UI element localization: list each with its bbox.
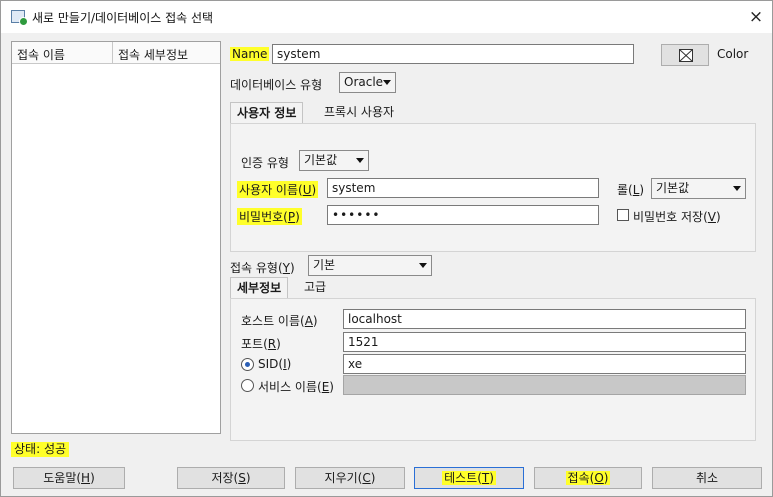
color-picker-button[interactable] — [661, 44, 709, 66]
chevron-down-icon — [733, 186, 741, 191]
port-input[interactable]: 1521 — [343, 332, 746, 352]
connection-name-input[interactable]: system — [272, 44, 634, 64]
service-name-input — [343, 375, 746, 395]
connection-list[interactable]: 접속 이름 접속 세부정보 — [11, 41, 221, 434]
database-connection-icon — [11, 10, 28, 26]
connection-dialog: 새로 만들기/데이터베이스 접속 선택 × 접속 이름 접속 세부정보 Name… — [0, 0, 773, 497]
password-input[interactable]: •••••• — [327, 205, 599, 225]
role-value: 기본값 — [656, 181, 690, 195]
sid-input[interactable]: xe — [343, 354, 746, 374]
test-button[interactable]: 테스트(T) — [414, 467, 524, 489]
tab-details[interactable]: 세부정보 — [230, 277, 289, 299]
connection-type-select[interactable]: 기본 — [308, 255, 432, 276]
database-type-select[interactable]: Oracle — [339, 72, 396, 93]
database-type-value: Oracle — [344, 75, 384, 89]
column-header-connection-details[interactable]: 접속 세부정보 — [118, 46, 188, 63]
name-label: Name — [230, 47, 270, 61]
connection-type-label: 접속 유형(Y) — [230, 261, 295, 275]
save-button[interactable]: 저장(S) — [177, 467, 285, 489]
connect-button[interactable]: 접속(O) — [534, 467, 642, 489]
port-label: 포트(R) — [241, 337, 281, 351]
auth-type-select[interactable]: 기본값 — [299, 150, 369, 171]
service-name-radio[interactable] — [241, 379, 254, 392]
chevron-down-icon — [383, 80, 391, 85]
auth-type-label: 인증 유형 — [241, 156, 289, 170]
title-bar: 새로 만들기/데이터베이스 접속 선택 × — [1, 1, 772, 33]
username-input[interactable]: system — [327, 178, 599, 198]
color-swatch-icon — [679, 49, 693, 62]
cancel-button[interactable]: 취소 — [652, 467, 762, 489]
role-label: 롤(L) — [617, 183, 645, 197]
color-label: Color — [717, 47, 749, 61]
database-type-label: 데이터베이스 유형 — [230, 78, 323, 92]
sid-radio[interactable] — [241, 358, 254, 371]
clear-button[interactable]: 지우기(C) — [295, 467, 405, 489]
tab-user-info[interactable]: 사용자 정보 — [230, 102, 304, 124]
status-text: 상태: 성공 — [11, 442, 70, 457]
tab-proxy-user[interactable]: 프록시 사용자 — [318, 102, 400, 124]
role-select[interactable]: 기본값 — [651, 178, 746, 199]
password-label: 비밀번호(P) — [237, 208, 302, 225]
connection-type-value: 기본 — [313, 258, 336, 272]
save-password-label: 비밀번호 저장(V) — [633, 210, 721, 224]
chevron-down-icon — [419, 263, 427, 268]
auth-type-value: 기본값 — [304, 153, 338, 167]
tab-advanced[interactable]: 고급 — [298, 277, 332, 299]
hostname-input[interactable]: localhost — [343, 309, 746, 329]
window-title: 새로 만들기/데이터베이스 접속 선택 — [32, 11, 214, 25]
save-password-checkbox[interactable] — [617, 209, 629, 221]
help-button[interactable]: 도움말(H) — [13, 467, 125, 489]
chevron-down-icon — [356, 158, 364, 163]
sid-label: SID(I) — [258, 357, 292, 371]
service-name-label: 서비스 이름(E) — [258, 380, 334, 394]
connection-list-header: 접속 이름 접속 세부정보 — [12, 42, 220, 64]
close-button[interactable]: × — [745, 6, 767, 28]
column-header-connection-name[interactable]: 접속 이름 — [17, 46, 65, 63]
username-label: 사용자 이름(U) — [237, 181, 319, 198]
hostname-label: 호스트 이름(A) — [241, 314, 318, 328]
